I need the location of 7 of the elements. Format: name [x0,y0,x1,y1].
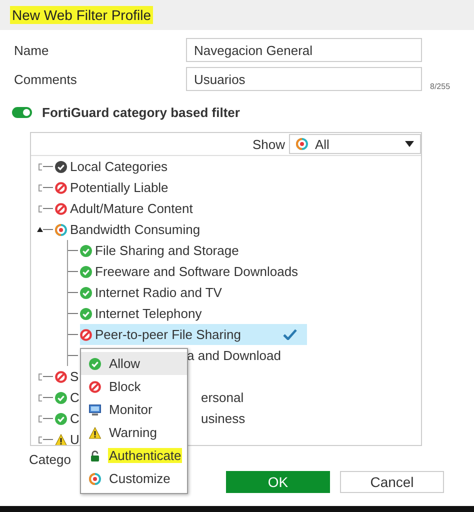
show-label: Show [252,136,285,152]
section-label: Catego [29,452,71,467]
field-label: Name [14,42,50,58]
field-label: Comments [14,72,78,86]
dialog-title: New Web Filter Profile [10,6,154,24]
character-counter: 8/255 [430,82,452,91]
toggle-label: FortiGuard category based filter [42,105,240,120]
